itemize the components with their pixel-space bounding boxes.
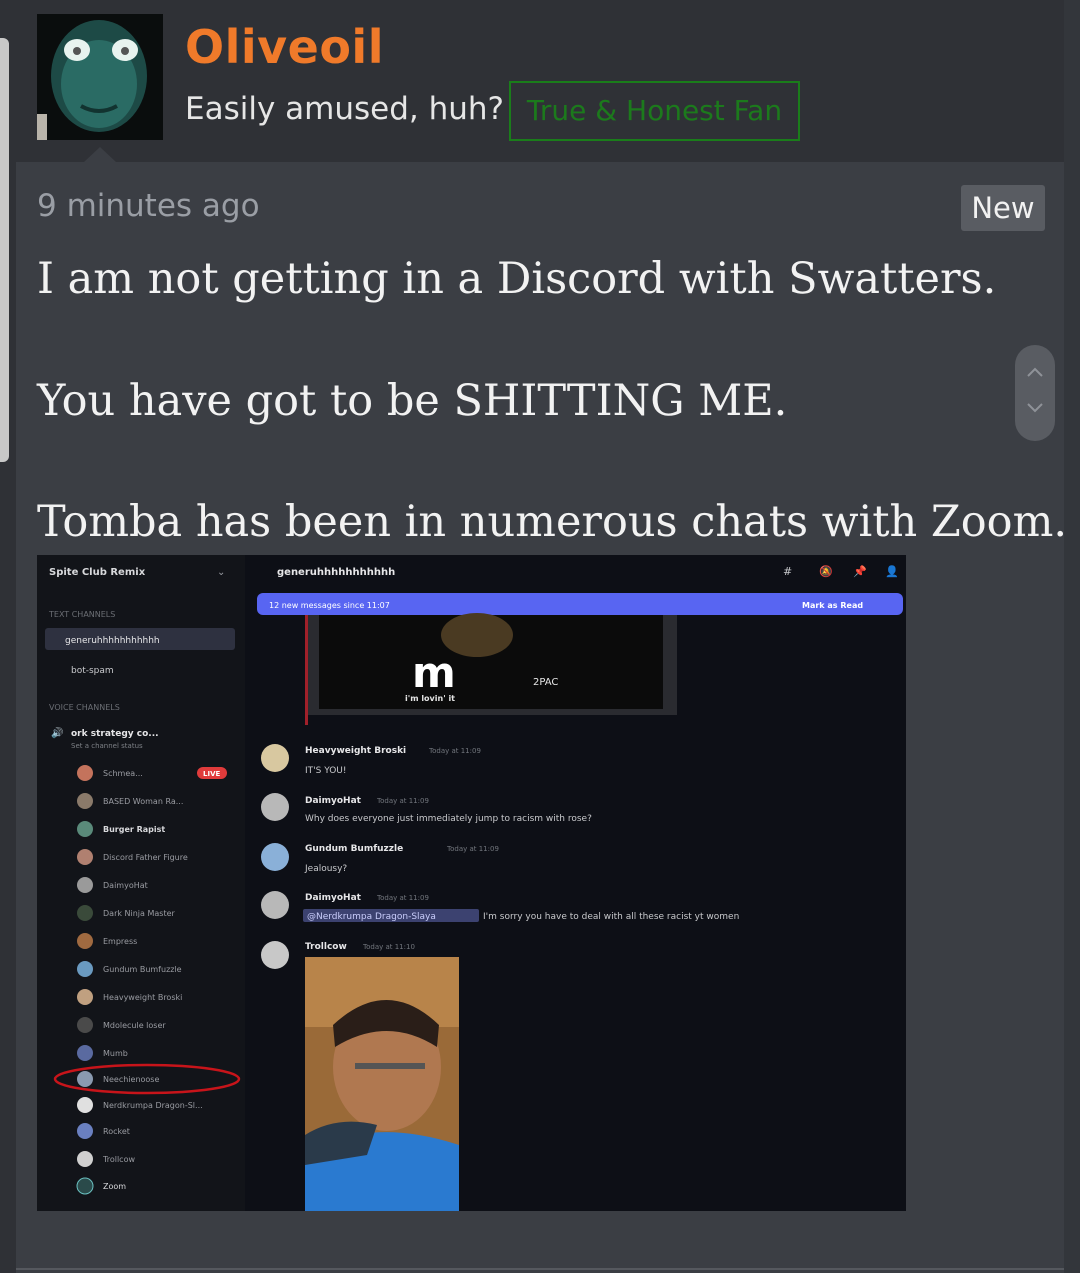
channel-item[interactable]: generuhhhhhhhhhhh — [65, 636, 160, 646]
message-text: Jealousy? — [304, 864, 347, 874]
chevron-up-icon[interactable] — [1025, 365, 1045, 379]
voice-channel-status[interactable]: Set a channel status — [71, 742, 143, 750]
voice-member: Mdolecule loser — [103, 1021, 166, 1030]
avatar[interactable] — [37, 14, 163, 140]
right-rail — [1064, 0, 1080, 1273]
channel-item[interactable]: bot-spam — [71, 666, 114, 676]
message-time: Today at 11:10 — [362, 943, 415, 951]
post-author-header: Oliveoil Easily amused, huh? True & Hone… — [16, 0, 1064, 162]
voice-channels-header: VOICE CHANNELS — [49, 703, 120, 712]
chevron-down-icon[interactable]: ⌄ — [217, 567, 225, 578]
message-time: Today at 11:09 — [428, 747, 481, 755]
mark-as-read[interactable]: Mark as Read — [802, 601, 863, 610]
header-pointer — [84, 147, 116, 162]
message-time: Today at 11:09 — [376, 894, 429, 902]
message-time: Today at 11:09 — [376, 797, 429, 805]
message-text: Why does everyone just immediately jump … — [305, 814, 592, 824]
post-timestamp[interactable]: 9 minutes ago — [37, 188, 260, 224]
voice-member: BASED Woman Ra... — [103, 797, 183, 806]
threads-icon[interactable]: # — [783, 565, 792, 578]
user-banner: True & Honest Fan — [509, 81, 800, 141]
ad-tagline: i'm lovin' it — [405, 694, 455, 703]
message-author[interactable]: DaimyoHat — [305, 796, 362, 806]
voice-member: Empress — [103, 937, 137, 946]
voice-member: Heavyweight Broski — [103, 993, 182, 1002]
attached-screenshot[interactable]: Spite Club Remix ⌄ TEXT CHANNELS generuh… — [37, 555, 906, 1211]
new-messages-bar[interactable]: 12 new messages since 11:07 — [269, 601, 390, 610]
chevron-down-icon[interactable] — [1025, 401, 1045, 415]
username[interactable]: Oliveoil — [185, 20, 384, 74]
server-name[interactable]: Spite Club Remix — [49, 567, 146, 578]
ad-logo: m — [412, 648, 456, 697]
voice-member: Nerdkrumpa Dragon-Sl... — [103, 1101, 203, 1110]
voice-member: Trollcow — [102, 1155, 135, 1164]
user-title: Easily amused, huh? — [185, 91, 505, 127]
voice-member: Rocket — [103, 1127, 130, 1136]
message-image[interactable] — [305, 957, 459, 1211]
live-badge: LIVE — [203, 770, 220, 778]
scrollbar[interactable] — [0, 38, 9, 462]
message-author[interactable]: Heavyweight Broski — [305, 746, 406, 756]
voice-member: Burger Rapist — [103, 825, 165, 834]
pin-icon[interactable]: 📌 — [853, 564, 867, 578]
voice-member: Mumb — [103, 1049, 128, 1058]
channel-title: generuhhhhhhhhhhh — [277, 567, 395, 578]
message-author[interactable]: Trollcow — [305, 942, 347, 952]
voice-channel[interactable]: ork strategy co... — [71, 729, 159, 739]
post-text-line: I am not getting in a Discord with Swatt… — [37, 254, 997, 304]
message-text: IT'S YOU! — [305, 766, 346, 776]
post-divider — [16, 1268, 1064, 1270]
ad-side-text: 2PAC — [533, 677, 558, 688]
voice-member: Gundum Bumfuzzle — [103, 965, 182, 974]
message-mention[interactable]: @Nerdkrumpa Dragon-Slaya — [307, 912, 436, 922]
voice-member: Neechienoose — [103, 1075, 159, 1084]
voice-member: Dark Ninja Master — [103, 909, 176, 918]
members-icon[interactable]: 👤 — [885, 565, 899, 578]
message-author[interactable]: Gundum Bumfuzzle — [305, 844, 403, 854]
voice-member: Zoom — [103, 1182, 126, 1191]
post-text-line: Tomba has been in numerous chats with Zo… — [37, 497, 1068, 547]
voice-member: Discord Father Figure — [103, 853, 188, 862]
mute-icon[interactable]: 🔕 — [819, 565, 833, 578]
speaker-icon: 🔊 — [51, 726, 63, 739]
post-text-line: You have got to be SHITTING ME. — [37, 376, 788, 426]
message-author[interactable]: DaimyoHat — [305, 893, 362, 903]
voice-member: DaimyoHat — [103, 881, 148, 890]
message-time: Today at 11:09 — [446, 845, 499, 853]
voice-member: Schmea... — [103, 769, 143, 778]
new-badge: New — [961, 185, 1045, 231]
forum-post: Oliveoil Easily amused, huh? True & Hone… — [16, 0, 1068, 1273]
text-channels-header: TEXT CHANNELS — [48, 610, 115, 619]
message-text: I'm sorry you have to deal with all thes… — [483, 912, 739, 922]
post-navigation[interactable] — [1015, 345, 1055, 441]
